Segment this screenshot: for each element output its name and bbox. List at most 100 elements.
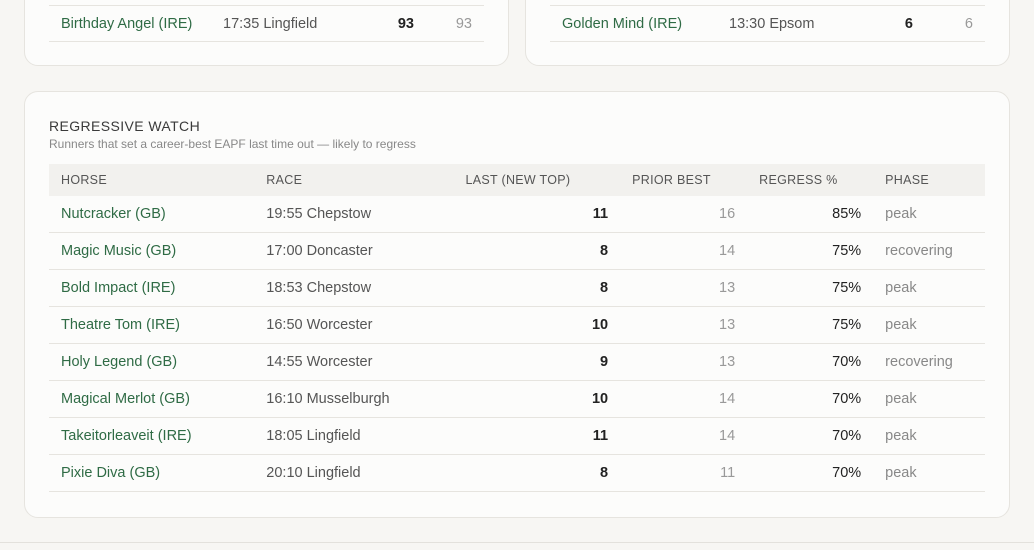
horse-link[interactable]: Holy Legend (GB) <box>61 354 177 370</box>
regress-percent-cell: 75% <box>832 243 862 259</box>
prior-best-cell: 14 <box>620 417 748 455</box>
secondary-value-cell: 93 <box>455 16 472 32</box>
race-cell: 20:10 Lingfield <box>254 454 454 492</box>
phase-cell: peak <box>885 206 917 222</box>
horse-cell: Holy Legend (GB) <box>49 343 255 381</box>
regress-percent-cell: 75% <box>747 269 874 307</box>
prior-best-cell: 14 <box>719 243 736 259</box>
phase-cell: peak <box>873 196 985 233</box>
race-cell: 19:55 Chepstow <box>254 196 454 233</box>
column-header-phase[interactable]: PHASE <box>873 164 985 196</box>
horse-link[interactable]: Takeitorleaveit (IRE) <box>61 428 192 444</box>
horse-cell: Theatre Tom (IRE) <box>49 306 255 344</box>
race-cell: 16:10 Musselburgh <box>266 391 390 407</box>
table-row: Takeitorleaveit (IRE) 18:05 Lingfield 11 14… <box>49 417 985 455</box>
phase-cell: recovering <box>885 354 953 370</box>
regress-percent-cell: 75% <box>832 317 862 333</box>
regressive-table: HORSE RACE LAST (NEW TOP) PRIOR BEST REG… <box>49 164 985 492</box>
phase-cell: peak <box>873 454 985 492</box>
race-cell: 13:30 Epsom <box>729 16 815 32</box>
last-top-cell: 11 <box>453 417 621 455</box>
regress-percent-cell: 70% <box>747 454 874 492</box>
top-right-card: Golden Mind (IRE) 13:30 Epsom 6 6 <box>525 0 1010 66</box>
column-header-prior-best[interactable]: PRIOR BEST <box>620 164 748 196</box>
table-row: Golden Mind (IRE) 13:30 Epsom 6 6 <box>550 5 985 42</box>
horse-link[interactable]: Golden Mind (IRE) <box>562 16 682 32</box>
column-header-horse[interactable]: HORSE <box>49 164 255 196</box>
last-top-cell: 10 <box>453 306 621 344</box>
race-cell: 18:53 Chepstow <box>266 280 372 296</box>
horse-link[interactable]: Theatre Tom (IRE) <box>61 317 180 333</box>
race-cell: 16:50 Worcester <box>254 306 454 344</box>
prior-best-cell: 14 <box>620 380 748 418</box>
phase-cell: peak <box>873 306 985 344</box>
race-cell: 14:55 Worcester <box>254 343 454 381</box>
horse-cell: Pixie Diva (GB) <box>49 454 255 492</box>
prior-best-cell: 13 <box>719 354 736 370</box>
prior-best-cell: 13 <box>620 269 748 307</box>
race-cell: 18:05 Lingfield <box>254 417 454 455</box>
race-cell: 17:00 Doncaster <box>266 243 373 259</box>
last-top-cell: 10 <box>591 391 609 407</box>
horse-cell: Magical Merlot (GB) <box>49 380 255 418</box>
table-row: Magic Music (GB) 17:00 Doncaster 8 14 75% rec… <box>49 232 985 270</box>
phase-cell: peak <box>873 269 985 307</box>
column-header-race[interactable]: RACE <box>254 164 454 196</box>
table-row: Holy Legend (GB) 14:55 Worcester 9 13 70% rec… <box>49 343 985 381</box>
race-cell: 16:10 Musselburgh <box>254 380 454 418</box>
last-top-cell: 9 <box>600 354 609 370</box>
race-cell: 18:05 Lingfield <box>266 428 361 444</box>
last-top-cell: 11 <box>592 428 609 444</box>
race-cell: 18:53 Chepstow <box>254 269 454 307</box>
phase-cell: recovering <box>873 343 985 381</box>
horse-link[interactable]: Pixie Diva (GB) <box>61 465 160 481</box>
race-cell: 19:55 Chepstow <box>266 206 372 222</box>
last-top-cell: 11 <box>592 206 609 222</box>
regress-percent-cell: 75% <box>832 280 862 296</box>
phase-cell: peak <box>885 428 917 444</box>
table-row: Birthday Angel (IRE) 17:35 Lingfield 93 … <box>49 5 484 42</box>
prior-best-cell: 13 <box>620 343 748 381</box>
regress-percent-cell: 70% <box>747 417 874 455</box>
last-top-cell: 11 <box>453 196 621 233</box>
prior-best-cell: 13 <box>719 280 736 296</box>
divider <box>0 542 1034 543</box>
section-title: REGRESSIVE WATCH <box>49 118 201 134</box>
section-subtitle: Runners that set a career-best EAPF last… <box>49 137 416 151</box>
prior-best-cell: 14 <box>719 391 736 407</box>
phase-cell: peak <box>873 380 985 418</box>
table-header-row: HORSE RACE LAST (NEW TOP) PRIOR BEST REG… <box>49 164 985 196</box>
horse-link[interactable]: Magic Music (GB) <box>61 243 176 259</box>
race-cell: 17:35 Lingfield <box>223 16 318 32</box>
last-top-cell: 8 <box>453 454 621 492</box>
horse-link[interactable]: Birthday Angel (IRE) <box>61 16 192 32</box>
prior-best-cell: 14 <box>620 232 748 270</box>
table-row: Pixie Diva (GB) 20:10 Lingfield 8 11 70% peak <box>49 454 985 492</box>
last-top-cell: 9 <box>453 343 621 381</box>
table-row: Theatre Tom (IRE) 16:50 Worcester 10 13 75% p… <box>49 306 985 344</box>
last-top-cell: 8 <box>600 465 609 481</box>
phase-cell: peak <box>873 417 985 455</box>
regressive-watch-card: REGRESSIVE WATCH Runners that set a care… <box>24 91 1010 518</box>
column-header-last[interactable]: LAST (NEW TOP) <box>453 164 621 196</box>
phase-cell: peak <box>885 391 917 407</box>
horse-cell: Magic Music (GB) <box>49 232 255 270</box>
last-top-cell: 10 <box>453 380 621 418</box>
horse-link[interactable]: Magical Merlot (GB) <box>61 391 190 407</box>
regress-percent-cell: 85% <box>747 196 874 233</box>
regress-percent-cell: 70% <box>832 391 862 407</box>
phase-cell: peak <box>885 465 917 481</box>
last-top-cell: 8 <box>453 232 621 270</box>
column-header-regress[interactable]: REGRESS % <box>747 164 874 196</box>
regress-percent-cell: 70% <box>747 380 874 418</box>
horse-link[interactable]: Nutcracker (GB) <box>61 206 166 222</box>
last-top-cell: 8 <box>600 280 609 296</box>
prior-best-cell: 16 <box>719 206 736 222</box>
phase-cell: peak <box>885 280 917 296</box>
prior-best-cell: 11 <box>620 454 748 492</box>
value-cell: 93 <box>397 16 414 32</box>
race-cell: 14:55 Worcester <box>266 354 373 370</box>
secondary-value-cell: 6 <box>964 16 973 32</box>
horse-link[interactable]: Bold Impact (IRE) <box>61 280 175 296</box>
last-top-cell: 10 <box>591 317 609 333</box>
